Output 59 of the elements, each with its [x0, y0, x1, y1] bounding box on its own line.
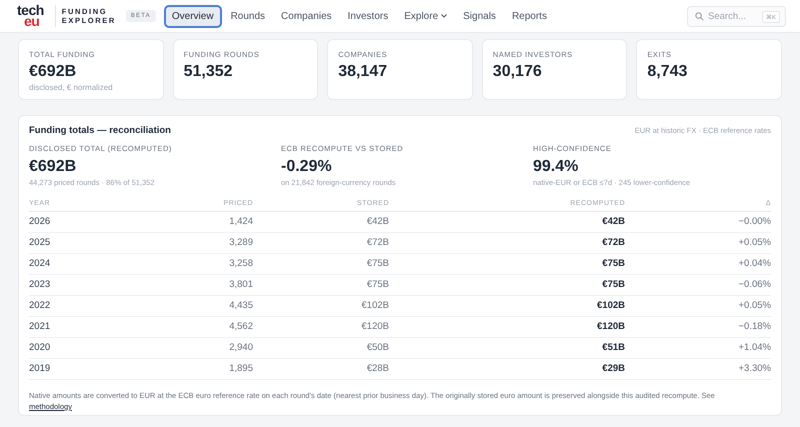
table-cell: 2023	[29, 275, 169, 296]
table-cell: 2026	[29, 212, 169, 233]
table-cell: −0.18%	[625, 317, 771, 338]
stat-value: €692B	[29, 63, 76, 81]
nav-tab[interactable]: Rounds	[224, 4, 272, 28]
nav-tab[interactable]: Companies	[274, 4, 339, 28]
table-cell: −0.06%	[625, 275, 771, 296]
table-cell: 3,801	[169, 275, 253, 296]
table-cell: €42B	[253, 212, 389, 233]
table-cell: 2022	[29, 296, 169, 317]
table-cell: €120B	[389, 317, 625, 338]
table-cell: €29B	[389, 359, 625, 380]
metric-value: -0.29%	[281, 158, 333, 176]
nav-tab[interactable]: Overview	[164, 4, 222, 28]
nav-tab[interactable]: Explore	[397, 4, 454, 28]
table-cell: €50B	[253, 338, 389, 359]
logo: tech eu	[17, 5, 44, 27]
table-cell: €75B	[253, 275, 389, 296]
search-icon	[695, 12, 704, 20]
stat-value: 30,176	[492, 63, 542, 81]
stat-value: 51,352	[184, 63, 233, 81]
table-cell: €72B	[389, 233, 625, 254]
nav-tab[interactable]: Investors	[340, 4, 396, 28]
table-cell: €75B	[253, 254, 389, 275]
nav-tab[interactable]: Signals	[456, 4, 503, 28]
table-cell: 2025	[29, 233, 169, 254]
table-cell: €75B	[389, 275, 625, 296]
table-cell: +0.05%	[625, 296, 771, 317]
table-cell: +3.30%	[625, 359, 771, 380]
table-cell: €42B	[389, 212, 625, 233]
table-cell: 2019	[29, 359, 169, 380]
table-cell: €28B	[253, 359, 389, 380]
metric-value: 99.4%	[533, 158, 580, 176]
table-cell: 2024	[29, 254, 169, 275]
table-cell: €75B	[389, 254, 625, 275]
table-cell: €120B	[253, 317, 389, 338]
table-cell: €102B	[253, 296, 389, 317]
table-cell: 2,940	[169, 338, 253, 359]
table-cell: 1,895	[169, 359, 253, 380]
stat-value: 38,147	[338, 63, 388, 81]
stat-note: disclosed, € normalized	[29, 83, 113, 92]
table-cell: €51B	[389, 338, 625, 359]
table-cell: 4,562	[169, 317, 253, 338]
table-cell: −0.00%	[625, 212, 771, 233]
table-cell: 3,258	[169, 254, 253, 275]
table-cell: €72B	[253, 233, 389, 254]
panel-title: Funding totals — reconciliation	[29, 125, 171, 136]
table-cell: +0.05%	[625, 233, 771, 254]
table-cell: 2021	[29, 317, 169, 338]
table-cell: +1.04%	[625, 338, 771, 359]
table-cell: 3,289	[169, 233, 253, 254]
metric-value: €692B	[29, 158, 78, 176]
table-cell: 4,435	[169, 296, 253, 317]
table-cell: +0.04%	[625, 254, 771, 275]
table-cell: 2020	[29, 338, 169, 359]
stat-value: 8,743	[647, 63, 688, 81]
nav-tab[interactable]: Reports	[504, 4, 554, 28]
table-cell: 1,424	[169, 212, 253, 233]
table-cell: €102B	[389, 296, 625, 317]
